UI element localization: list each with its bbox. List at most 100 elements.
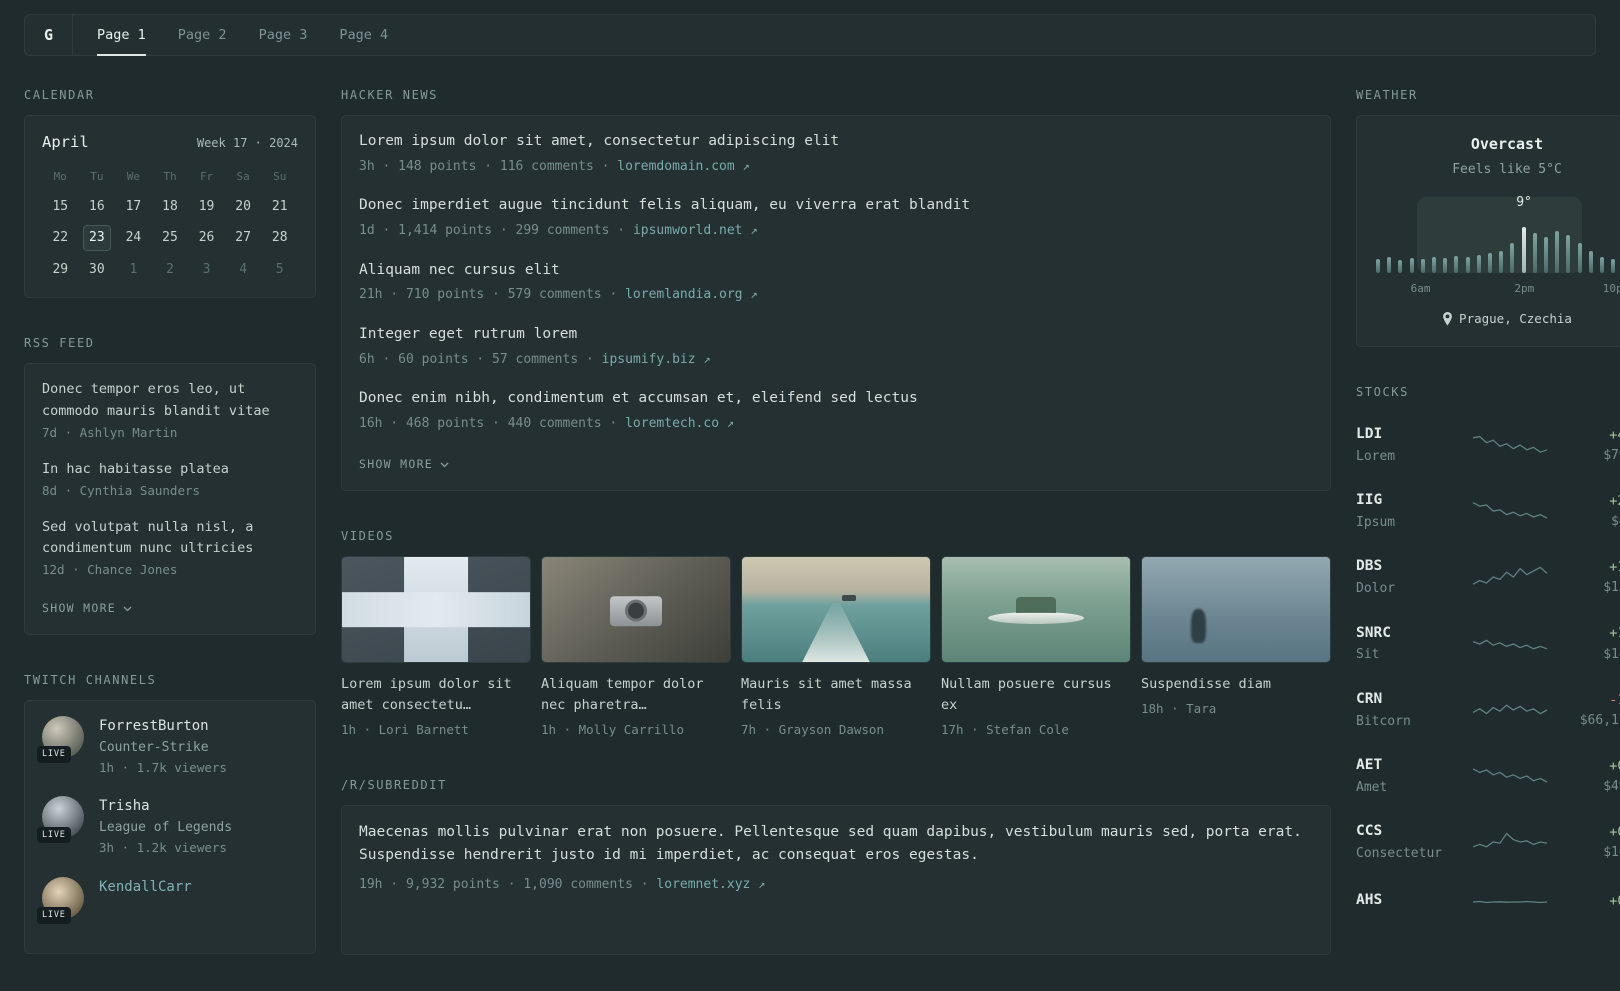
video-thumbnail[interactable] bbox=[741, 556, 931, 664]
weather-bar bbox=[1600, 257, 1605, 273]
stock-symbol: AET bbox=[1356, 757, 1383, 773]
stock-symbol: SNRC bbox=[1356, 624, 1391, 641]
stock-change: +4.35% bbox=[1609, 426, 1620, 443]
channel-meta: 3h · 1.2k viewers bbox=[99, 839, 227, 855]
story-title[interactable]: Integer eget rutrum lorem bbox=[359, 324, 1313, 346]
rss-item-title[interactable]: Sed volutpat nulla nisl, a condimentum n… bbox=[42, 517, 298, 560]
post-domain-link[interactable]: loremnet.xyz ↗ bbox=[656, 877, 765, 892]
story-domain-link[interactable]: ipsumworld.net ↗ bbox=[633, 223, 758, 238]
stock-row[interactable]: AET Amet +0.92% $499.72 bbox=[1356, 743, 1620, 809]
video-thumbnail[interactable] bbox=[341, 556, 531, 664]
story-meta: 3h · 148 points · 116 comments · loremdo… bbox=[359, 157, 1313, 177]
stock-row[interactable]: LDI Lorem +4.35% $795.18 bbox=[1356, 412, 1620, 478]
calendar-widget: CALENDAR April Week 17 · 2024 Mo Tu We Th Fr… bbox=[24, 86, 316, 299]
story-item[interactable]: Lorem ipsum dolor sit amet, consectetur … bbox=[359, 131, 1313, 176]
weather-bar bbox=[1499, 251, 1504, 273]
time-label: 2pm bbox=[1514, 282, 1535, 295]
channel-name[interactable]: KendallCarr bbox=[99, 877, 192, 898]
video-meta: 17h · Stefan Cole bbox=[941, 722, 1069, 738]
video-card[interactable]: Suspendisse diam 18h · Tara bbox=[1141, 556, 1331, 740]
chevron-down-icon bbox=[440, 462, 449, 468]
video-card[interactable]: Nullam posuere cursus ex 17h · Stefan Co… bbox=[941, 556, 1131, 740]
video-thumbnail[interactable] bbox=[941, 556, 1131, 664]
app-logo[interactable]: G bbox=[25, 15, 73, 55]
channel-name[interactable]: Trisha bbox=[99, 796, 232, 817]
external-link-icon: ↗ bbox=[726, 415, 735, 430]
chevron-down-icon bbox=[123, 606, 132, 612]
story-title[interactable]: Aliquam nec cursus elit bbox=[359, 260, 1313, 282]
weather-bar bbox=[1476, 255, 1481, 273]
calendar-day-grid: 15 16 17 18 19 20 21 22 23 24 25 26 27 28 29 30 1 2 3 4 5 bbox=[42, 194, 298, 283]
story-domain-link[interactable]: loremdomain.com ↗ bbox=[617, 159, 749, 174]
channel-meta: 1h · 1.7k viewers bbox=[99, 759, 227, 775]
stock-row[interactable]: SNRC Sit +1.36% $148.64 bbox=[1356, 611, 1620, 677]
live-badge: LIVE bbox=[37, 906, 71, 924]
stock-row[interactable]: DBS Dolor +1.42% $156.28 bbox=[1356, 544, 1620, 610]
calendar-day-header: Su bbox=[273, 170, 287, 184]
video-card[interactable]: Mauris sit amet massa felis 7h · Grayson… bbox=[741, 556, 931, 740]
rss-item-meta: 7d · Ashlyn Martin bbox=[42, 424, 178, 440]
story-domain-link[interactable]: loremlandia.org ↗ bbox=[625, 287, 757, 302]
video-title[interactable]: Lorem ipsum dolor sit amet consectetu… bbox=[341, 674, 531, 716]
stock-sparkline bbox=[1458, 762, 1562, 790]
twitch-channel-row[interactable]: LIVE Trisha League of Legends 3h · 1.2k … bbox=[37, 796, 298, 857]
calendar-card: April Week 17 · 2024 Mo Tu We Th Fr Sa Su 15 16… bbox=[24, 115, 316, 299]
calendar-day-header: Fr bbox=[199, 170, 214, 184]
channel-name[interactable]: ForrestBurton bbox=[99, 716, 227, 737]
tab-page-3[interactable]: Page 3 bbox=[259, 15, 308, 55]
calendar-day: 21 bbox=[271, 198, 288, 214]
weather-bar bbox=[1420, 259, 1425, 273]
subreddit-widget: /R/SUBREDDIT Maecenas mollis pulvinar er… bbox=[341, 776, 1331, 955]
story-item[interactable]: Aliquam nec cursus elit 21h · 710 points… bbox=[359, 260, 1313, 305]
calendar-week-label: Week 17 · 2024 bbox=[196, 136, 298, 150]
weather-bar bbox=[1510, 243, 1515, 273]
story-item[interactable]: Donec imperdiet augue tincidunt felis al… bbox=[359, 195, 1313, 240]
rss-item-title[interactable]: Donec tempor eros leo, ut commodo mauris… bbox=[42, 379, 298, 422]
stock-row[interactable]: AHS +0.46% bbox=[1356, 876, 1620, 928]
story-title[interactable]: Lorem ipsum dolor sit amet, consectetur … bbox=[359, 131, 1313, 153]
story-domain-link[interactable]: loremtech.co ↗ bbox=[625, 416, 734, 431]
rss-show-more-button[interactable]: SHOW MORE bbox=[42, 600, 132, 617]
time-label: 6am bbox=[1410, 282, 1431, 295]
stock-price: $795.18 bbox=[1603, 447, 1620, 463]
calendar-day-header: We bbox=[126, 170, 141, 184]
channel-game: League of Legends bbox=[99, 820, 233, 836]
story-item[interactable]: Integer eget rutrum lorem 6h · 60 points… bbox=[359, 324, 1313, 369]
video-title[interactable]: Mauris sit amet massa felis bbox=[741, 674, 931, 716]
rss-item[interactable]: Sed volutpat nulla nisl, a condimentum n… bbox=[42, 517, 298, 580]
video-title[interactable]: Aliquam tempor dolor nec pharetra… bbox=[541, 674, 731, 716]
video-title[interactable]: Suspendisse diam bbox=[1141, 674, 1331, 695]
hackernews-show-more-button[interactable]: SHOW MORE bbox=[359, 456, 449, 473]
story-title[interactable]: Donec imperdiet augue tincidunt felis al… bbox=[359, 195, 1313, 217]
tab-page-2[interactable]: Page 2 bbox=[178, 15, 227, 55]
story-title[interactable]: Donec enim nibh, condimentum et accumsan… bbox=[359, 388, 1313, 410]
story-meta-text: 6h · 60 points · 57 comments · bbox=[359, 351, 602, 367]
stock-change: -1.00% bbox=[1609, 691, 1620, 708]
tab-page-1[interactable]: Page 1 bbox=[97, 15, 146, 56]
rss-item[interactable]: Donec tempor eros leo, ut commodo mauris… bbox=[42, 379, 298, 442]
stock-row[interactable]: CRN Bitcorn -1.00% $66,171.48 bbox=[1356, 677, 1620, 743]
twitch-channel-row[interactable]: LIVE KendallCarr bbox=[37, 876, 298, 924]
rss-item[interactable]: In hac habitasse platea 8d · Cynthia Sau… bbox=[42, 459, 298, 501]
external-link-icon: ↗ bbox=[742, 158, 750, 173]
story-domain-link[interactable]: ipsumify.biz ↗ bbox=[602, 352, 711, 367]
stock-sparkline bbox=[1458, 630, 1562, 658]
stock-sparkline bbox=[1458, 563, 1562, 591]
stock-row[interactable]: IIG Ipsum +2.84% $42.04 bbox=[1356, 478, 1620, 544]
stock-row[interactable]: CCS Consectetur +0.51% $165.84 bbox=[1356, 809, 1620, 875]
video-card[interactable]: Lorem ipsum dolor sit amet consectetu… 1… bbox=[341, 556, 531, 740]
tab-page-4[interactable]: Page 4 bbox=[339, 15, 388, 55]
stocks-widget: STOCKS LDI Lorem +4.35% $795.18 IIG Ipsum +… bbox=[1356, 383, 1620, 928]
rss-item-title[interactable]: In hac habitasse platea bbox=[42, 459, 298, 480]
weather-feels-like: Feels like 5°C bbox=[1452, 161, 1562, 177]
video-thumbnail[interactable] bbox=[541, 556, 731, 664]
post-title[interactable]: Maecenas mollis pulvinar erat non posuer… bbox=[359, 821, 1313, 868]
location-pin-icon bbox=[1443, 312, 1452, 326]
video-meta: 1h · Molly Carrillo bbox=[541, 722, 684, 738]
video-title[interactable]: Nullam posuere cursus ex bbox=[941, 674, 1131, 716]
video-thumbnail[interactable] bbox=[1141, 556, 1331, 664]
twitch-channel-row[interactable]: LIVE ForrestBurton Counter-Strike 1h · 1… bbox=[37, 716, 298, 777]
video-card[interactable]: Aliquam tempor dolor nec pharetra… 1h · … bbox=[541, 556, 731, 740]
story-item[interactable]: Donec enim nibh, condimentum et accumsan… bbox=[359, 388, 1313, 433]
weather-bar bbox=[1566, 235, 1571, 273]
